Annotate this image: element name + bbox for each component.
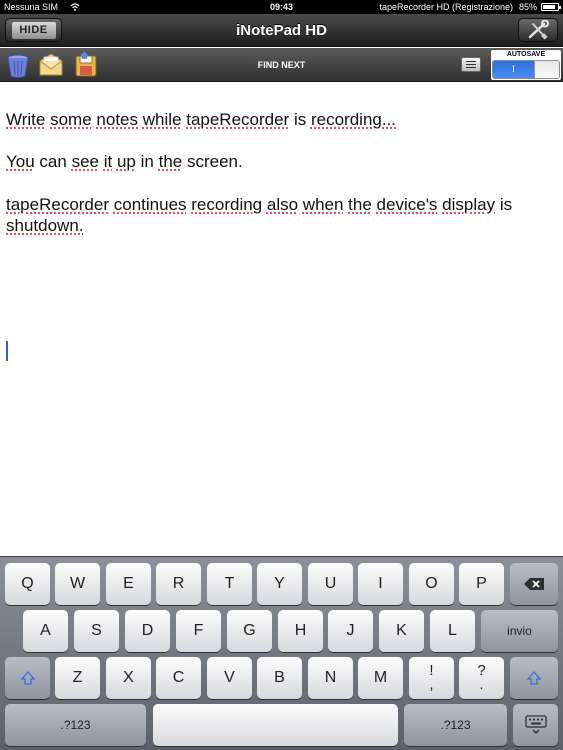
dismiss-keyboard-key[interactable] [513, 704, 558, 746]
note-line: You can see it up in the screen. [6, 151, 558, 172]
note-word: continues [113, 195, 187, 214]
note-word: in [140, 152, 154, 171]
wrench-screwdriver-icon [528, 20, 549, 40]
note-word: the [348, 195, 372, 214]
note-word: recording... [310, 110, 397, 129]
note-word: when [302, 195, 344, 214]
note-word: recording [191, 195, 263, 214]
key-x[interactable]: X [106, 657, 151, 699]
app-status: tapeRecorder HD (Registrazione) [379, 2, 513, 12]
key-r[interactable]: R [156, 563, 201, 605]
note-word: while [142, 110, 182, 129]
note-word: tapeRecorder [6, 195, 110, 214]
status-bar: Nessuna SIM 09:43 tapeRecorder HD (Regis… [0, 0, 563, 14]
note-word: it [103, 152, 113, 171]
note-word: also [266, 195, 299, 214]
note-word: is [293, 110, 307, 129]
key-h[interactable]: H [278, 610, 323, 652]
key-c[interactable]: C [156, 657, 201, 699]
return-key[interactable]: invio [481, 610, 558, 652]
note-word: up [116, 152, 136, 171]
key-v[interactable]: V [207, 657, 252, 699]
note-word: shutdown. [6, 216, 84, 235]
shift-icon [526, 671, 542, 685]
note-word: screen. [186, 152, 243, 171]
key-n[interactable]: N [308, 657, 353, 699]
shift-icon [20, 671, 35, 685]
autosave-switch[interactable]: I [492, 60, 560, 79]
note-word: notes [96, 110, 138, 129]
note-line: tapeRecorder continues recording also wh… [6, 194, 558, 236]
battery-percent: 85% [518, 2, 537, 12]
shift-key-left[interactable] [5, 657, 50, 699]
key-z[interactable]: Z [55, 657, 100, 699]
note-word: You [6, 152, 35, 171]
shift-key-right[interactable] [510, 657, 558, 699]
note-word: device's [376, 195, 438, 214]
key-i[interactable]: I [358, 563, 403, 605]
key-m[interactable]: M [358, 657, 403, 699]
key-p[interactable]: P [459, 563, 504, 605]
key-e[interactable]: E [106, 563, 151, 605]
note-word: see [71, 152, 99, 171]
numbers-key-right[interactable]: .?123 [404, 704, 507, 746]
backspace-key[interactable] [510, 563, 558, 605]
key-u[interactable]: U [308, 563, 353, 605]
key-a[interactable]: A [23, 610, 68, 652]
toolbar: FIND NEXT AUTOSAVE I [0, 48, 563, 82]
backspace-icon [524, 578, 544, 590]
title-bar: HIDE iNotePad HD [0, 14, 563, 47]
note-word: the [158, 152, 183, 171]
key-y[interactable]: Y [257, 563, 302, 605]
key-q[interactable]: Q [5, 563, 50, 605]
autosave-label: AUTOSAVE [506, 51, 546, 58]
key-bottom-char: . [479, 676, 484, 693]
key-k[interactable]: K [379, 610, 424, 652]
note-word: is [499, 195, 513, 214]
note-word: can [39, 152, 67, 171]
autosave-control: AUTOSAVE I [491, 50, 561, 80]
battery-icon [541, 3, 561, 11]
note-line: Write some notes while tapeRecorder is r… [6, 109, 558, 130]
note-word: display [442, 195, 496, 214]
keyboard-dismiss-icon [524, 715, 547, 734]
key-s[interactable]: S [74, 610, 119, 652]
key-l[interactable]: L [430, 610, 475, 652]
note-word: Write [6, 110, 46, 129]
key-d[interactable]: D [125, 610, 170, 652]
key-question-period[interactable]: ? . [459, 657, 504, 699]
note-word: tapeRecorder [186, 110, 290, 129]
autosave-on-indicator: I [493, 61, 534, 78]
key-w[interactable]: W [55, 563, 100, 605]
key-bottom-char: , [429, 676, 434, 693]
text-cursor [6, 341, 8, 361]
switch-knob[interactable] [534, 61, 559, 78]
key-b[interactable]: B [257, 657, 302, 699]
app-title: iNotePad HD [236, 22, 327, 39]
numbers-key-left[interactable]: .?123 [5, 704, 146, 746]
key-g[interactable]: G [227, 610, 272, 652]
note-word: some [50, 110, 92, 129]
settings-button[interactable] [518, 18, 558, 42]
note-text-area[interactable]: Write some notes while tapeRecorder is r… [0, 83, 563, 556]
space-bar[interactable] [153, 704, 398, 746]
onscreen-keyboard: Q W E R T Y U I O P A S D F G H J K L in… [0, 556, 563, 750]
key-f[interactable]: F [176, 610, 221, 652]
key-t[interactable]: T [207, 563, 252, 605]
list-icon[interactable] [461, 57, 481, 72]
key-o[interactable]: O [409, 563, 454, 605]
key-j[interactable]: J [328, 610, 373, 652]
key-exclaim-comma[interactable]: ! , [409, 657, 454, 699]
